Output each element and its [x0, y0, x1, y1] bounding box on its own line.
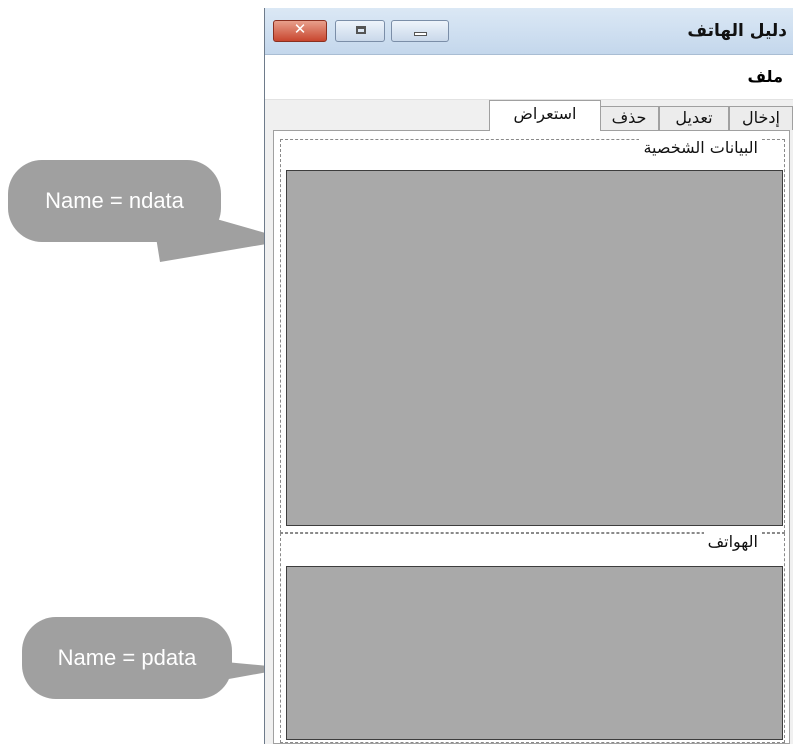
tab-insert[interactable]: إدخال — [729, 106, 793, 130]
tab-browse[interactable]: استعراض — [489, 100, 601, 131]
maximize-icon — [356, 26, 366, 34]
tab-page-browse: البيانات الشخصية الهواتف — [273, 130, 790, 744]
personal-data-group-label: البيانات الشخصية — [639, 138, 762, 157]
pdata-panel[interactable] — [286, 566, 783, 740]
close-icon: ✕ — [293, 20, 307, 38]
phones-group: الهواتف — [280, 532, 785, 743]
phone-directory-window: ✕ دليل الهاتف ملف إدخال تعديل حذف استعرا… — [264, 8, 793, 744]
maximize-button[interactable] — [335, 20, 385, 42]
tab-delete[interactable]: حذف — [599, 106, 659, 130]
ndata-callout: Name = ndata — [8, 160, 221, 242]
pdata-callout-label: Name = pdata — [57, 645, 197, 670]
minimize-button[interactable] — [391, 20, 449, 42]
menu-file[interactable]: ملف — [748, 67, 784, 86]
ndata-panel[interactable] — [286, 170, 783, 526]
ndata-callout-label: Name = ndata — [45, 188, 184, 213]
tab-strip: إدخال تعديل حذف استعراض — [265, 100, 793, 131]
title-bar[interactable]: ✕ دليل الهاتف — [265, 8, 793, 55]
close-button[interactable]: ✕ — [273, 20, 327, 42]
pdata-callout: Name = pdata — [22, 617, 232, 699]
window-title: دليل الهاتف — [687, 21, 787, 41]
menu-bar: ملف — [265, 55, 793, 100]
tab-edit[interactable]: تعديل — [659, 106, 729, 130]
personal-data-group: البيانات الشخصية — [280, 138, 785, 533]
phones-group-label: الهواتف — [703, 532, 762, 551]
minimize-icon — [414, 32, 427, 36]
